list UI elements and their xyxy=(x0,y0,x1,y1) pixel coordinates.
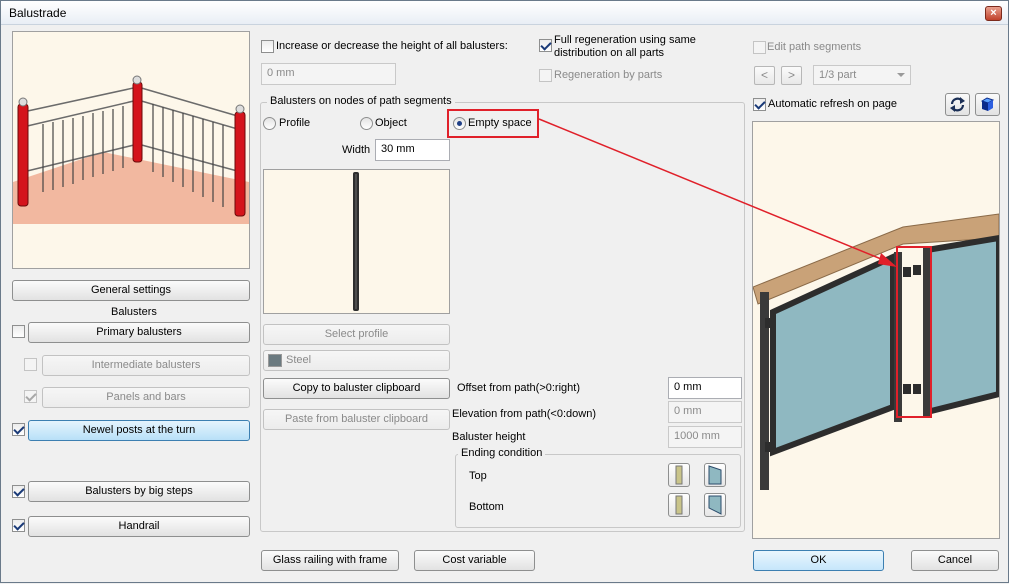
ending-bottom-straight-icon[interactable] xyxy=(668,493,690,517)
part-select-value: 1/3 part xyxy=(819,69,857,81)
object-radio[interactable] xyxy=(360,117,373,130)
window-title: Balustrade xyxy=(9,6,67,20)
newel-posts-checkbox[interactable] xyxy=(12,423,25,436)
ending-top-straight-icon[interactable] xyxy=(668,463,690,487)
full-regeneration-checkbox[interactable] xyxy=(539,39,552,52)
increase-height-field: 0 mm xyxy=(261,63,396,85)
baluster-height-label: Baluster height xyxy=(452,431,526,443)
cost-variable-button[interactable]: Cost variable xyxy=(414,550,535,571)
full-regeneration-label-line2: distribution on all parts xyxy=(554,47,665,59)
baluster-height-field: 1000 mm xyxy=(668,426,742,448)
material-swatch-icon xyxy=(268,354,282,367)
empty-space-highlight-box xyxy=(447,109,539,138)
ending-condition-label: Ending condition xyxy=(458,447,546,459)
offset-label: Offset from path(>0:right) xyxy=(457,382,580,394)
3d-cube-icon[interactable] xyxy=(975,93,1000,116)
part-select: 1/3 part xyxy=(813,65,911,85)
nodes-group-label: Balusters on nodes of path segments xyxy=(267,95,455,107)
copy-clipboard-button[interactable]: Copy to baluster clipboard xyxy=(263,378,450,399)
title-bar: Balustrade × xyxy=(1,1,1008,25)
3d-preview-drawing xyxy=(753,213,999,490)
ending-top-label: Top xyxy=(469,470,487,482)
close-icon[interactable]: × xyxy=(985,6,1002,21)
handrail-checkbox[interactable] xyxy=(12,519,25,532)
regeneration-by-parts-checkbox xyxy=(539,69,552,82)
glass-railing-button[interactable]: Glass railing with frame xyxy=(261,550,399,571)
general-settings-button[interactable]: General settings xyxy=(12,280,250,301)
balustrade-dialog: Balustrade × General settings Balusters … xyxy=(0,0,1009,583)
width-label: Width xyxy=(342,144,371,156)
ending-bottom-label: Bottom xyxy=(469,501,504,513)
select-profile-button: Select profile xyxy=(263,324,450,345)
offset-field[interactable]: 0 mm xyxy=(668,377,742,399)
ending-condition-group xyxy=(455,454,741,528)
profile-preview xyxy=(263,169,450,314)
paste-clipboard-button: Paste from baluster clipboard xyxy=(263,409,450,430)
primary-balusters-button[interactable]: Primary balusters xyxy=(28,322,250,343)
big-steps-button[interactable]: Balusters by big steps xyxy=(28,481,250,502)
balustrade-thumbnail-drawing xyxy=(13,75,249,224)
intermediate-balusters-checkbox xyxy=(24,358,37,371)
profile-radio[interactable] xyxy=(263,117,276,130)
previous-part-button: < xyxy=(754,66,775,85)
panels-and-bars-button: Panels and bars xyxy=(42,387,250,408)
newel-posts-button[interactable]: Newel posts at the turn xyxy=(28,420,250,441)
width-field[interactable]: 30 mm xyxy=(375,139,450,161)
ending-top-angled-icon[interactable] xyxy=(704,463,726,487)
panels-and-bars-checkbox xyxy=(24,390,37,403)
handrail-button[interactable]: Handrail xyxy=(28,516,250,537)
ending-bottom-angled-icon[interactable] xyxy=(704,493,726,517)
cancel-button[interactable]: Cancel xyxy=(911,550,999,571)
3d-preview xyxy=(752,121,1000,539)
edit-path-segments-checkbox xyxy=(753,41,766,54)
balusters-heading: Balusters xyxy=(111,306,157,318)
elevation-label: Elevation from path(<0:down) xyxy=(452,408,596,420)
regeneration-by-parts-label: Regeneration by parts xyxy=(554,69,663,81)
increase-height-checkbox[interactable] xyxy=(261,40,274,53)
material-label: Steel xyxy=(286,354,312,366)
full-regeneration-label-line1: Full regeneration using same xyxy=(554,34,696,46)
profile-preview-drawing xyxy=(353,172,359,311)
balustrade-thumbnail xyxy=(12,31,250,269)
refresh-icon[interactable] xyxy=(945,93,970,116)
next-part-button: > xyxy=(781,66,802,85)
automatic-refresh-label: Automatic refresh on page xyxy=(768,98,898,110)
automatic-refresh-checkbox[interactable] xyxy=(753,98,766,111)
intermediate-balusters-button: Intermediate balusters xyxy=(42,355,250,376)
object-radio-label: Object xyxy=(375,117,407,129)
increase-height-label: Increase or decrease the height of all b… xyxy=(276,40,508,52)
ok-button[interactable]: OK xyxy=(753,550,884,571)
elevation-field: 0 mm xyxy=(668,401,742,423)
material-button: Steel xyxy=(263,350,450,371)
newel-highlight-box xyxy=(896,246,932,418)
primary-balusters-checkbox[interactable] xyxy=(12,325,25,338)
big-steps-checkbox[interactable] xyxy=(12,485,25,498)
edit-path-segments-label: Edit path segments xyxy=(767,41,862,53)
profile-radio-label: Profile xyxy=(279,117,311,129)
